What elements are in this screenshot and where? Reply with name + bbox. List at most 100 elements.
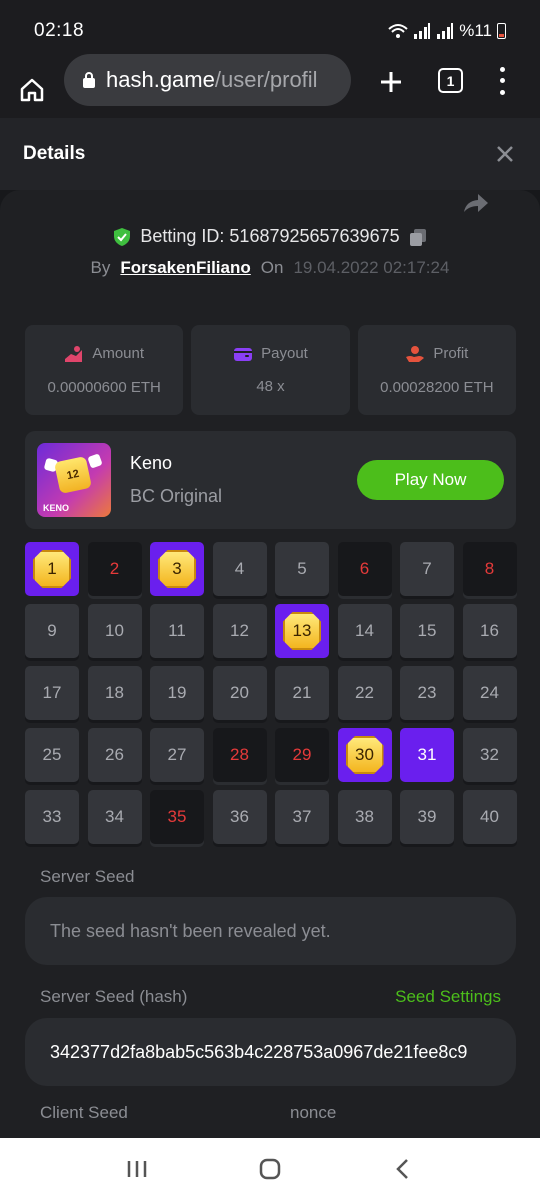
- keno-tile: 26: [87, 728, 142, 782]
- tab-switcher-button[interactable]: 1: [438, 68, 463, 93]
- home-circle-icon: [259, 1158, 281, 1180]
- keno-tile: 11: [150, 604, 204, 658]
- client-seed-label: Client Seed: [40, 1103, 128, 1122]
- thumb-label: KENO: [43, 503, 70, 513]
- gem-icon: 3: [158, 550, 196, 588]
- profit-card: Profit 0.00028200 ETH: [357, 325, 516, 415]
- profit-label: Profit: [433, 345, 469, 362]
- keno-tile: 38: [337, 790, 392, 844]
- keno-tile: 31: [400, 728, 454, 782]
- keno-tile: 9: [25, 604, 79, 658]
- keno-tile: 1: [25, 542, 79, 596]
- keno-tile: 25: [25, 728, 79, 782]
- keno-thumbnail[interactable]: 12 KENO: [37, 443, 111, 517]
- keno-tile: 20: [212, 666, 267, 720]
- url-bar[interactable]: hash.game/user/profil: [64, 54, 351, 106]
- profit-icon: [406, 345, 425, 362]
- keno-tile: 7: [400, 542, 454, 596]
- keno-tile: 32: [462, 728, 517, 782]
- battery-text: %11: [459, 21, 492, 40]
- keno-tile: 19: [150, 666, 204, 720]
- server-seed-field: The seed hasn't been revealed yet.: [25, 897, 516, 965]
- keno-tile: 24: [462, 666, 517, 720]
- keno-tile: 36: [212, 790, 267, 844]
- wallet-icon: [234, 347, 253, 361]
- status-icons: %11: [388, 21, 506, 41]
- server-seed-hash-label: Server Seed (hash): [40, 987, 188, 1006]
- details-title: Details: [23, 143, 86, 164]
- status-time: 02:18: [34, 20, 85, 41]
- bet-details-panel: Betting ID: 516879256576396​75 By Forsak…: [0, 190, 540, 1138]
- signal-icon-2: [437, 23, 454, 39]
- keno-tile: 12: [212, 604, 267, 658]
- keno-tile: 16: [462, 604, 517, 658]
- amount-icon: [65, 345, 83, 362]
- seed-settings-link[interactable]: Seed Settings: [395, 987, 501, 1007]
- close-button[interactable]: [493, 142, 517, 166]
- stats-row: Amount 0.00000600 ETH Payout 48 x Profit…: [25, 325, 516, 415]
- betting-id-row: Betting ID: 516879256576396​75: [0, 226, 540, 247]
- home-icon: [20, 78, 44, 102]
- keno-tile: 2: [87, 542, 142, 596]
- status-bar: 02:18 %11: [0, 0, 540, 62]
- username-link[interactable]: ForsakenFiliano: [120, 258, 250, 278]
- url-host: hash.game: [106, 67, 215, 92]
- betting-id: Betting ID: 516879256576396​75: [140, 226, 400, 246]
- wifi-icon: [388, 24, 408, 38]
- system-nav-bar: [0, 1138, 540, 1200]
- keno-tile: 13: [275, 604, 329, 658]
- battery-icon: [497, 23, 506, 39]
- bet-date: 19.04.2022 02:17:24: [293, 258, 450, 277]
- share-icon[interactable]: [462, 192, 490, 214]
- back-button[interactable]: [388, 1154, 418, 1184]
- server-seed-label: Server Seed: [40, 867, 135, 886]
- details-header: Details: [0, 118, 540, 190]
- lock-icon: [82, 71, 96, 89]
- thumb-number: 12: [54, 456, 92, 494]
- home-nav-button[interactable]: [255, 1154, 285, 1184]
- nonce-label: nonce: [290, 1103, 337, 1122]
- keno-tile: 14: [337, 604, 392, 658]
- keno-tile: 28: [212, 728, 267, 782]
- amount-card: Amount 0.00000600 ETH: [25, 325, 184, 415]
- keno-tile: 40: [462, 790, 517, 844]
- bettor-row: By ForsakenFiliano On 19.04.2022 02:17:2…: [0, 258, 540, 278]
- back-icon: [396, 1159, 409, 1179]
- keno-tile: 18: [87, 666, 142, 720]
- keno-board: 1 2 3 4 5 6 7 8 9 10 11 12 13 14 15 16 17 18 19 20 21 22 23 24 2…: [25, 542, 517, 844]
- payout-value: 48 x: [256, 378, 285, 395]
- keno-tile: 5: [275, 542, 329, 596]
- keno-tile: 35: [150, 790, 204, 844]
- game-card: 12 KENO Keno BC Original Play Now: [25, 431, 516, 529]
- keno-tile: 29: [275, 728, 329, 782]
- keno-tile: 8: [462, 542, 517, 596]
- keno-tile: 33: [25, 790, 79, 844]
- home-button[interactable]: [0, 62, 64, 118]
- keno-tile: 21: [275, 666, 329, 720]
- amount-value: 0.00000600 ETH: [47, 378, 161, 396]
- keno-tile: 4: [212, 542, 267, 596]
- url-path: /user/profil: [214, 67, 318, 92]
- keno-tile: 10: [87, 604, 142, 658]
- by-label: By: [90, 258, 111, 277]
- amount-label: Amount: [92, 345, 145, 362]
- keno-tile: 30: [337, 728, 392, 782]
- keno-tile: 23: [400, 666, 454, 720]
- recents-button[interactable]: [122, 1154, 152, 1184]
- on-label: On: [260, 258, 284, 277]
- gem-icon: 13: [283, 612, 321, 650]
- keno-tile: 15: [400, 604, 454, 658]
- keno-tile: 3: [150, 542, 204, 596]
- payout-card: Payout 48 x: [191, 325, 350, 415]
- gem-icon: 1: [33, 550, 71, 588]
- play-now-button[interactable]: Play Now: [357, 460, 504, 500]
- keno-tile: 17: [25, 666, 79, 720]
- plus-icon: [381, 72, 401, 92]
- copy-icon[interactable]: [408, 227, 428, 247]
- keno-tile: 39: [400, 790, 454, 844]
- game-name: Keno: [130, 453, 173, 473]
- server-seed-hash-field[interactable]: 342377d2fa8bab5c563b4c228753a0967de21fee…: [25, 1018, 516, 1086]
- new-tab-button[interactable]: [374, 62, 408, 102]
- keno-tile: 22: [337, 666, 392, 720]
- browser-menu-button[interactable]: [494, 64, 510, 98]
